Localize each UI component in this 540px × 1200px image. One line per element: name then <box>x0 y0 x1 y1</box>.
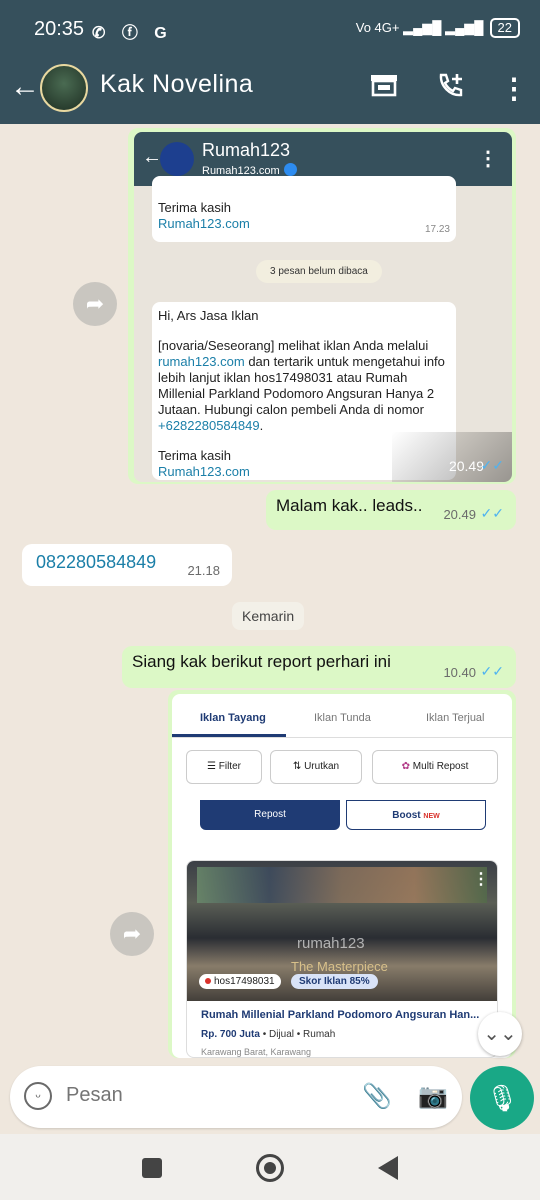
tab-iklan-tayang: Iklan Tayang <box>200 712 266 724</box>
chat-header: ← Kak Novelina ⋮ <box>0 58 540 124</box>
notification-icons: ✆ ⓕ G <box>92 25 173 42</box>
scroll-to-bottom-button[interactable]: ⌄⌄ <box>478 1012 522 1056</box>
more-options-icon: ⋮ <box>478 148 498 170</box>
date-separator: Kemarin <box>232 602 305 630</box>
repost-button: Repost <box>200 800 340 830</box>
battery-icon: 22 <box>489 18 520 38</box>
listing-title: Rumah Millenial Parkland Podomoro Angsur… <box>201 1009 480 1021</box>
mic-button[interactable]: 🎙 <box>470 1066 534 1130</box>
listing-price: Rp. 700 Juta • Dijual • Rumah <box>201 1029 336 1040</box>
attach-icon[interactable]: 📎 <box>362 1082 392 1111</box>
listing-photo: rumah123 The Masterpiece ⋮ hos17498031 S… <box>187 861 497 1001</box>
forward-icon[interactable]: ➦ <box>73 282 117 326</box>
listing-card: rumah123 The Masterpiece ⋮ hos17498031 S… <box>186 860 498 1058</box>
card-link: Rumah123.com <box>158 216 250 231</box>
sort-icon: ⇅ <box>292 761 302 772</box>
back-nav-icon[interactable] <box>378 1156 398 1180</box>
more-options-icon[interactable]: ⋮ <box>500 72 528 105</box>
photo-watermark: rumah123 <box>297 935 365 952</box>
multi-repost-button: ✿ Multi Repost <box>372 750 498 784</box>
message-text: Siang kak berikut report perhari ini <box>132 652 391 671</box>
forwarded-image-message[interactable]: Iklan Tayang Iklan Tunda Iklan Terjual ☰… <box>168 690 516 1058</box>
listing-location: Karawang Barat, Karawang <box>201 1047 312 1057</box>
rumah123-logo <box>160 142 194 176</box>
incoming-message[interactable]: 082280584849 21.18 <box>22 544 232 586</box>
message-composer: ᵕ 📎 📷 <box>10 1066 462 1128</box>
card-body: [novaria/Seseorang] melihat iklan Anda m… <box>158 338 445 433</box>
message-time: 20.49 <box>443 507 476 522</box>
tab-iklan-terjual: Iklan Terjual <box>426 712 485 724</box>
shop-icon[interactable] <box>370 72 398 105</box>
read-receipt-icon: ✓✓ <box>480 457 504 473</box>
card-greeting: Hi, Ars Jasa Iklan <box>158 308 259 323</box>
phone-number-link[interactable]: 082280584849 <box>36 552 156 572</box>
recent-apps-icon[interactable] <box>142 1158 162 1178</box>
signal-icon: Vo 4G+ ▂▄▆█ ▂▄▆█ <box>355 20 484 35</box>
emoji-icon[interactable]: ᵕ <box>24 1082 52 1110</box>
back-arrow-icon: ← <box>142 146 162 168</box>
outgoing-message[interactable]: Malam kak.. leads.. 20.49 ✓✓ <box>266 490 516 530</box>
system-nav-bar <box>0 1134 540 1200</box>
screenshot-app-title: Rumah123 <box>202 140 291 160</box>
more-options-icon: ⋮ <box>473 871 489 888</box>
outgoing-message[interactable]: Siang kak berikut report perhari ini 10.… <box>122 646 516 688</box>
card-time: 17.23 <box>424 224 450 235</box>
back-arrow-icon[interactable]: ← <box>10 70 40 104</box>
contact-name[interactable]: Kak Novelina <box>100 70 253 99</box>
add-call-icon[interactable] <box>436 72 466 107</box>
card-body-link: rumah123.com <box>158 354 245 369</box>
boost-button: Boost NEW <box>346 800 486 830</box>
read-receipt-icon: ✓✓ <box>480 505 504 521</box>
message-time: 21.18 <box>187 563 220 578</box>
multi-repost-icon: ✿ <box>401 761 411 772</box>
camera-icon[interactable]: 📷 <box>418 1082 448 1111</box>
status-bar: 20:35 ✆ ⓕ G Vo 4G+ ▂▄▆█ ▂▄▆█ 22 <box>0 0 540 58</box>
message-input[interactable] <box>66 1084 346 1107</box>
tab-iklan-tunda: Iklan Tunda <box>314 712 371 724</box>
home-icon[interactable] <box>256 1154 284 1182</box>
sort-button: ⇅ Urutkan <box>270 750 362 784</box>
message-text: Malam kak.. leads.. <box>276 496 423 515</box>
filter-button: ☰ Filter <box>186 750 262 784</box>
message-time: 20.49 <box>448 458 484 474</box>
message-card: Terima kasih Rumah123.com 17.23 <box>152 176 456 242</box>
forwarded-image-message[interactable]: ← Rumah123 Rumah123.com ⋮ Terima kasih R… <box>128 128 516 484</box>
score-badge: Skor Iklan 85% <box>291 974 378 989</box>
screenshot-image: ← Rumah123 Rumah123.com ⋮ Terima kasih R… <box>134 132 512 482</box>
read-receipt-icon: ✓✓ <box>480 663 504 679</box>
status-time: 20:35 <box>34 18 85 40</box>
message-time: 10.40 <box>443 665 476 680</box>
status-right: Vo 4G+ ▂▄▆█ ▂▄▆█ 22 <box>356 18 520 38</box>
listing-id-badge: hos17498031 <box>199 974 281 989</box>
card-phone-link: +6282280584849 <box>158 418 260 433</box>
new-badge: NEW <box>423 813 440 820</box>
photo-caption: The Masterpiece <box>291 959 388 974</box>
avatar[interactable] <box>40 64 88 112</box>
card-thanks: Terima kasih <box>158 200 231 215</box>
forward-icon[interactable]: ➦ <box>110 912 154 956</box>
screenshot-image: Iklan Tayang Iklan Tunda Iklan Terjual ☰… <box>172 694 512 1058</box>
verified-icon <box>283 163 297 176</box>
filter-icon: ☰ <box>207 761 216 772</box>
unread-indicator: 3 pesan belum dibaca <box>256 260 382 283</box>
